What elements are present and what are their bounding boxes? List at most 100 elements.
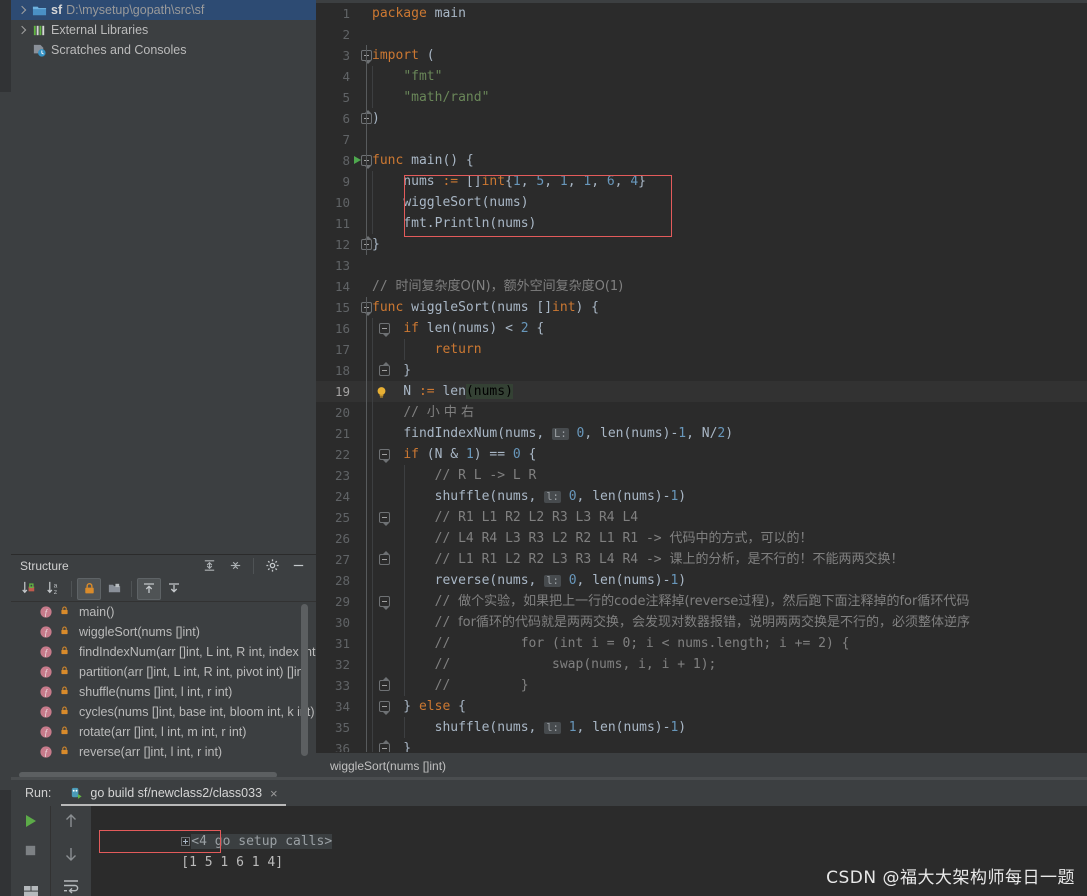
collapse-all-icon[interactable] bbox=[223, 555, 247, 577]
run-gutter-icon[interactable] bbox=[354, 156, 361, 164]
code-line-text: // R1 L1 R2 L2 R3 L3 R4 L4 bbox=[372, 507, 639, 528]
run-toolbar-right bbox=[51, 806, 91, 896]
code-line[interactable]: 12} bbox=[316, 234, 1087, 255]
code-line[interactable]: 18 } bbox=[316, 360, 1087, 381]
line-number: 26 bbox=[334, 531, 350, 546]
code-line[interactable]: 26 // L4 R4 L3 R3 L2 R2 L1 R1 -> 代码中的方式，… bbox=[316, 528, 1087, 549]
code-line[interactable]: 11 fmt.Println(nums) bbox=[316, 213, 1087, 234]
list-item[interactable]: f main() bbox=[11, 602, 316, 622]
code-line[interactable]: 5 "math/rand" bbox=[316, 87, 1087, 108]
code-line[interactable]: 23 // R L -> L R bbox=[316, 465, 1087, 486]
code-token: , bbox=[567, 174, 584, 189]
structure-vertical-scrollbar[interactable] bbox=[301, 604, 308, 756]
fold-region-line bbox=[366, 129, 367, 150]
code-line[interactable]: 10 wiggleSort(nums) bbox=[316, 192, 1087, 213]
function-icon: f bbox=[39, 625, 54, 640]
chevron-right-icon[interactable] bbox=[17, 5, 28, 16]
down-icon[interactable] bbox=[63, 845, 79, 868]
fold-region-line bbox=[366, 381, 367, 402]
code-line[interactable]: 17 return bbox=[316, 339, 1087, 360]
list-item[interactable]: f partition(arr []int, L int, R int, piv… bbox=[11, 662, 316, 682]
code-line[interactable]: 16 if len(nums) < 2 { bbox=[316, 318, 1087, 339]
code-line[interactable]: 24 shuffle(nums, l: 0, len(nums)-1) bbox=[316, 486, 1087, 507]
code-line[interactable]: 33 // } bbox=[316, 675, 1087, 696]
code-token: } bbox=[372, 237, 380, 252]
line-number: 16 bbox=[334, 321, 350, 336]
code-token: // bbox=[372, 279, 396, 294]
list-item[interactable]: f reverse(arr []int, l int, r int) bbox=[11, 742, 316, 762]
code-line[interactable]: 9 nums := []int{1, 5, 1, 1, 6, 4} bbox=[316, 171, 1087, 192]
gear-icon[interactable] bbox=[260, 555, 284, 577]
code-line[interactable]: 2 bbox=[316, 24, 1087, 45]
code-line[interactable]: 35 shuffle(nums, l: 1, len(nums)-1) bbox=[316, 717, 1087, 738]
code-token: { bbox=[505, 174, 513, 189]
hide-panel-icon[interactable] bbox=[286, 555, 310, 577]
code-line[interactable]: 22 if (N & 1) == 0 { bbox=[316, 444, 1087, 465]
toolbar-separator bbox=[71, 580, 72, 597]
show-non-public-icon[interactable] bbox=[77, 577, 101, 600]
list-item[interactable]: f wiggleSort(nums []int) bbox=[11, 622, 316, 642]
code-line[interactable]: 21 findIndexNum(nums, L: 0, len(nums)-1,… bbox=[316, 423, 1087, 444]
code-line[interactable]: 36 } bbox=[316, 738, 1087, 752]
list-item[interactable]: f rotate(arr []int, l int, m int, r int) bbox=[11, 722, 316, 742]
code-lines-container[interactable]: 1 package main 2 3 import (4 "fmt" 5 "math/ra… bbox=[316, 3, 1087, 752]
breadcrumb[interactable]: wiggleSort(nums []int) bbox=[316, 752, 1087, 778]
code-line[interactable]: 31 // for (int i = 0; i < nums.length; i… bbox=[316, 633, 1087, 654]
chevron-right-icon[interactable] bbox=[17, 25, 28, 36]
code-line[interactable]: 1 package main bbox=[316, 3, 1087, 24]
tree-item-sf[interactable]: sf D:\mysetup\gopath\src\sf bbox=[11, 0, 316, 20]
code-line-text: return bbox=[372, 339, 482, 360]
code-token: "math/rand" bbox=[403, 90, 490, 105]
code-line[interactable]: 19 N := len(nums) bbox=[316, 381, 1087, 402]
code-line[interactable]: 13 bbox=[316, 255, 1087, 276]
console-folded-line[interactable]: <4 go setup calls> bbox=[103, 810, 1087, 849]
toolbar-separator bbox=[253, 557, 254, 574]
expand-all-icon[interactable] bbox=[197, 555, 221, 577]
code-line[interactable]: 29 // 做个实验，如果把上一行的code注释掉(reverse过程)，然后跑… bbox=[316, 591, 1087, 612]
list-item[interactable]: f findIndexNum(arr []int, L int, R int, … bbox=[11, 642, 316, 662]
run-tab[interactable]: go build sf/newclass2/class033 × bbox=[61, 780, 286, 806]
list-item[interactable]: f cycles(nums []int, base int, bloom int… bbox=[11, 702, 316, 722]
code-line[interactable]: 7 bbox=[316, 129, 1087, 150]
list-item-label: findIndexNum(arr []int, L int, R int, in… bbox=[79, 645, 316, 659]
code-line[interactable]: 27 // L1 R1 L2 R2 L3 R3 L4 R4 -> 课上的分析，是… bbox=[316, 549, 1087, 570]
rerun-icon[interactable] bbox=[22, 812, 40, 835]
code-token: // } bbox=[372, 678, 529, 693]
close-icon[interactable]: × bbox=[270, 786, 278, 801]
print-icon[interactable] bbox=[22, 883, 40, 896]
line-number: 19 bbox=[334, 384, 350, 399]
code-token: else bbox=[418, 699, 451, 714]
tree-item-scratches-consoles[interactable]: Scratches and Consoles bbox=[11, 40, 316, 60]
code-line[interactable]: 3 import ( bbox=[316, 45, 1087, 66]
left-tool-strip[interactable] bbox=[0, 0, 11, 896]
sort-by-visibility-icon[interactable] bbox=[17, 578, 41, 600]
code-line[interactable]: 14 // 时间复杂度O(N)，额外空间复杂度O(1) bbox=[316, 276, 1087, 297]
code-line[interactable]: 34 } else { bbox=[316, 696, 1087, 717]
code-line[interactable]: 28 reverse(nums, l: 0, len(nums)-1) bbox=[316, 570, 1087, 591]
stop-icon[interactable] bbox=[23, 843, 38, 863]
tree-item-external-libraries[interactable]: External Libraries bbox=[11, 20, 316, 40]
show-anonymous-icon[interactable] bbox=[162, 578, 186, 600]
list-item[interactable]: f shuffle(nums []int, l int, r int) bbox=[11, 682, 316, 702]
code-editor[interactable]: 1 package main 2 3 import (4 "fmt" 5 "math/ra… bbox=[316, 0, 1087, 752]
code-line[interactable]: 15 func wiggleSort(nums []int) { bbox=[316, 297, 1087, 318]
code-line[interactable]: 4 "fmt" bbox=[316, 66, 1087, 87]
code-token: 1 bbox=[678, 426, 687, 441]
code-line[interactable]: 8 func main() { bbox=[316, 150, 1087, 171]
group-icon[interactable] bbox=[102, 578, 126, 600]
code-token: len bbox=[592, 573, 616, 588]
structure-list[interactable]: f main() f wiggleSort(nums []int) f find… bbox=[11, 602, 316, 779]
code-line[interactable]: 30 // for循环的代码就是两两交换，会发现对数器报错，说明两两交换是不行的… bbox=[316, 612, 1087, 633]
soft-wrap-icon[interactable] bbox=[62, 878, 80, 896]
code-token: { bbox=[450, 699, 466, 714]
code-line[interactable]: 20 // 小 中 右 bbox=[316, 402, 1087, 423]
sort-alphabetically-icon[interactable]: az bbox=[42, 578, 66, 600]
show-inherited-icon[interactable] bbox=[137, 577, 161, 600]
code-line[interactable]: 6) bbox=[316, 108, 1087, 129]
up-icon[interactable] bbox=[63, 812, 79, 835]
code-line[interactable]: 32 // swap(nums, i, i + 1); bbox=[316, 654, 1087, 675]
code-line[interactable]: 25 // R1 L1 R2 L2 R3 L3 R4 L4 bbox=[316, 507, 1087, 528]
